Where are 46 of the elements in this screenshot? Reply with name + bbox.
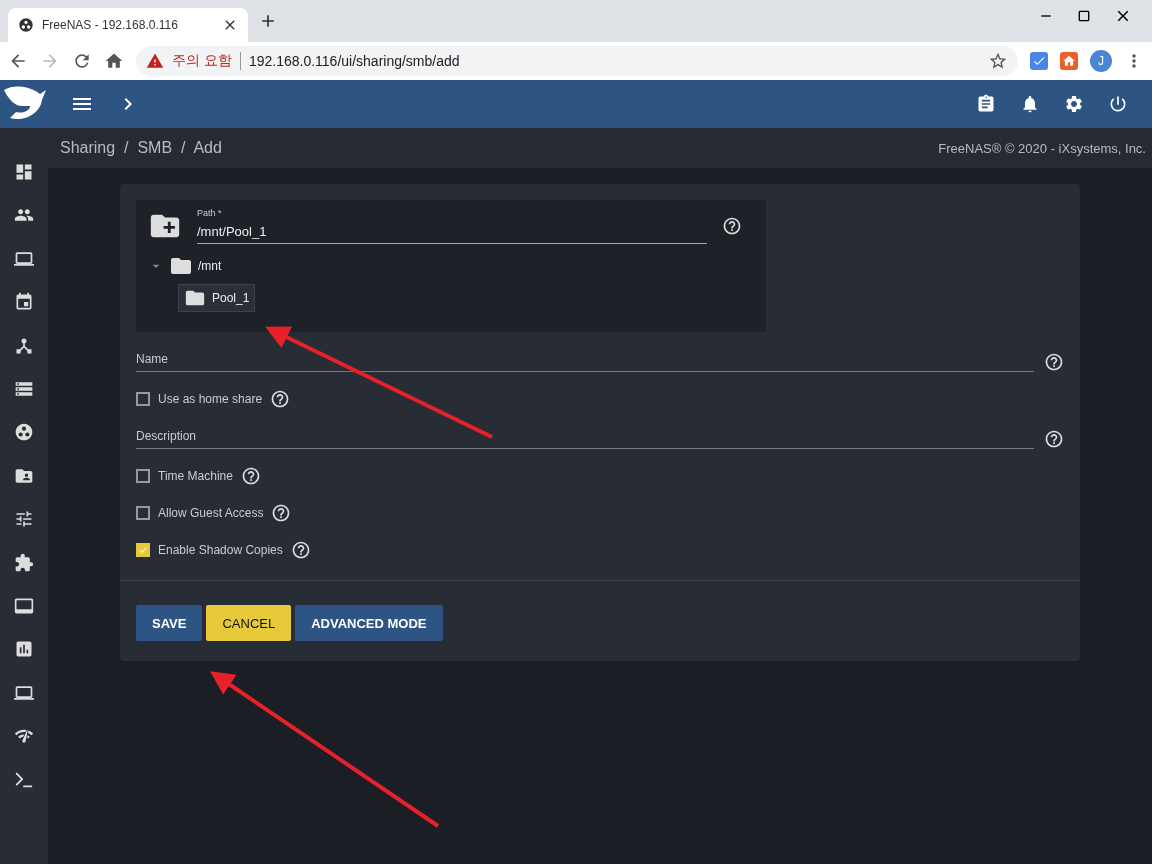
address-bar[interactable]: 주의 요함 192.168.0.116/ui/sharing/smb/add [136, 46, 1018, 76]
form-button[interactable]: CANCEL [206, 605, 292, 641]
form-button[interactable]: SAVE [136, 605, 203, 641]
breadcrumb: Sharing / SMB / Add [60, 139, 222, 157]
profile-avatar[interactable]: J [1090, 50, 1112, 72]
help-icon[interactable] [722, 216, 742, 236]
help-icon[interactable] [290, 540, 311, 560]
form-button[interactable]: ADVANCED MODE [295, 605, 443, 641]
warning-icon [146, 52, 164, 70]
checkbox[interactable] [136, 543, 150, 557]
power-icon[interactable] [1108, 94, 1128, 114]
copyright-text: FreeNAS® © 2020 - iXsystems, Inc. [938, 140, 1146, 156]
help-icon[interactable] [240, 466, 261, 486]
browser-tab[interactable]: FreeNAS - 192.168.0.116 [8, 8, 248, 42]
help-icon[interactable] [271, 503, 292, 523]
help-icon[interactable] [270, 389, 291, 409]
checkbox-label: Time Machine [158, 469, 233, 483]
checkbox-label: Enable Shadow Copies [158, 543, 283, 557]
clipboard-icon[interactable] [976, 94, 996, 114]
security-label: 주의 요함 [172, 52, 232, 70]
help-icon[interactable] [1044, 429, 1064, 449]
help-icon[interactable] [1044, 352, 1064, 372]
reload-icon[interactable] [72, 51, 92, 71]
chart-icon[interactable] [14, 639, 34, 660]
checkbox[interactable] [136, 392, 150, 406]
settings-icon[interactable] [1064, 94, 1084, 114]
maximize-icon[interactable] [1076, 8, 1092, 24]
tree-item[interactable]: Pool_1 [178, 284, 256, 312]
puzzle-icon[interactable] [14, 552, 34, 573]
dashboard-icon[interactable] [14, 162, 34, 182]
home-icon[interactable] [104, 51, 124, 71]
text-field[interactable]: Description [136, 429, 1034, 449]
url-text: 192.168.0.116/ui/sharing/smb/add [248, 53, 461, 69]
star-icon[interactable] [988, 51, 1008, 71]
text-field[interactable]: Name [136, 352, 1034, 372]
sliders-icon[interactable] [14, 509, 34, 530]
checkbox-label: Use as home share [158, 392, 263, 406]
tree-item[interactable]: /mnt [198, 259, 222, 273]
extension-icon[interactable] [1030, 52, 1048, 70]
circle-dots-icon[interactable] [14, 422, 34, 443]
bell-icon[interactable] [1020, 94, 1040, 114]
path-field[interactable]: Path * /mnt/Pool_1 [197, 208, 707, 244]
checkbox[interactable] [136, 506, 150, 520]
calendar-icon[interactable] [14, 292, 34, 313]
checkbox[interactable] [136, 469, 150, 483]
checkbox-label: Allow Guest Access [158, 506, 264, 520]
